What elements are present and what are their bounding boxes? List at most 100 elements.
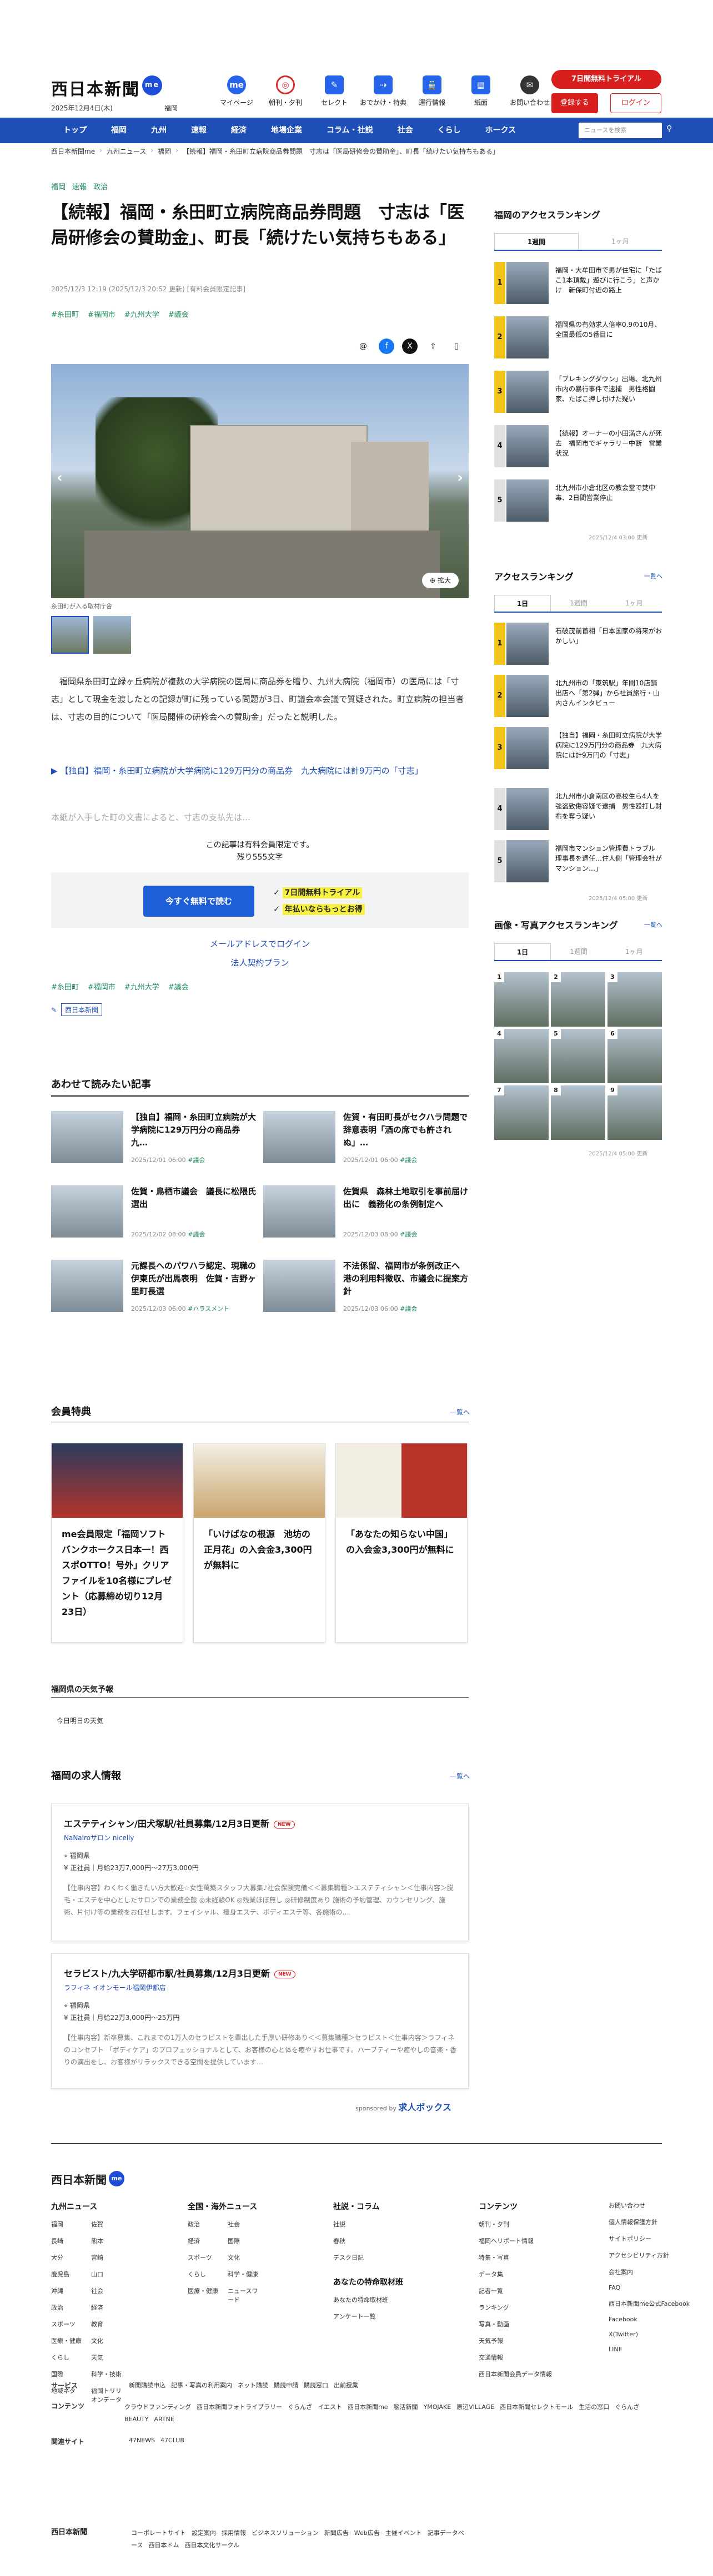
footer-link[interactable]: 福岡ヘリポート情報 [479,2236,552,2245]
next-arrow-icon[interactable]: › [457,469,463,486]
footer-service-link[interactable]: イエスト [318,2403,342,2411]
footer-link[interactable]: 医療・健康 [188,2286,222,2304]
tag-link[interactable]: #議会 [168,981,189,992]
footer-link[interactable]: 熊本 [91,2236,125,2245]
jobs-more-link[interactable]: 一覧へ [450,1771,470,1781]
footer-link[interactable]: あなたの特命取材班 [333,2295,398,2304]
footer-link[interactable]: 科学・健康 [228,2270,262,2279]
footer-service-link[interactable]: 出前授業 [334,2382,358,2389]
footer-service-link[interactable]: 購読申請 [274,2382,298,2389]
footer-service-link[interactable]: 47NEWS [129,2437,155,2444]
footer-link[interactable]: お問い合わせ [609,2201,690,2210]
search-icon[interactable]: ⚲ [666,124,672,133]
related-item[interactable]: 佐賀・有田町長がセクハラ問題で辞意表明「酒の席でも許されぬ」… 2025/12/0… [263,1111,469,1172]
nav-economy[interactable]: 経済 [219,118,259,143]
footer-link[interactable]: 山口 [91,2270,125,2279]
footer-link[interactable]: 宮崎 [91,2253,125,2262]
footer-service-link[interactable]: 脳活新聞 [394,2403,418,2411]
footer-corporate-link[interactable]: 西日本文化サークル [184,2542,239,2549]
footer-link[interactable]: デスク日記 [333,2253,398,2262]
photo-thumbnail[interactable] [51,616,89,654]
tab-month[interactable]: 1ヶ月 [606,595,662,612]
bookmark-icon[interactable]: ▯ [449,339,464,354]
footer-link[interactable]: 長崎 [51,2236,86,2245]
perk-card[interactable]: me会員限定「福岡ソフトバンクホークス日本一！西スポOTTO！号外」クリアファイ… [51,1443,183,1643]
trial-button[interactable]: 7日間無料トライアル [551,70,661,89]
related-article-link[interactable]: ▶ 【独自】福岡・糸田町立病院が大学病院に129万円分の商品券 九大病院には計9… [51,762,469,779]
footer-service-link[interactable]: ネット購読 [238,2382,268,2389]
breadcrumb-kyushu[interactable]: 九州ニュース [107,147,146,156]
tab-day[interactable]: 1日 [494,595,551,612]
job-card[interactable]: セラピスト/九大学研都市駅/社員募集/12月3日更新 NEW ラフィネ イオンモー… [51,1953,469,2089]
share-icon[interactable]: ⇪ [425,339,441,354]
footer-link[interactable]: 朝刊・夕刊 [479,2220,552,2229]
footer-link[interactable]: X(Twitter) [609,2331,690,2338]
photo-ranking-item[interactable]: 2 [551,972,605,1027]
perk-card[interactable]: 「あなたの知らない中国」の入会金3,300円が無料に [335,1443,468,1643]
article-photo[interactable]: ‹ › [51,364,469,598]
facebook-icon[interactable]: f [379,339,394,354]
footer-service-link[interactable]: 西日本新聞フォトライブラリー [197,2403,282,2411]
footer-service-link[interactable]: 記事・写真の利用案内 [171,2382,232,2389]
access-item[interactable]: 1 石破茂前首相「日本国家の将来がおかしい」 [494,623,662,667]
access-item[interactable]: 2 北九州市の「東筑駅」年間10店舗出店へ「第2弾」から社員旅行・山内さんインタビ… [494,675,662,719]
footer-link[interactable]: 国際 [228,2236,262,2245]
tab-day[interactable]: 1日 [494,943,551,960]
tag-link[interactable]: #糸田町 [51,981,79,992]
perks-more-link[interactable]: 一覧へ [450,1407,470,1417]
nav-column[interactable]: コラム・社説 [314,118,385,143]
footer-service-link[interactable]: クラウドファンディング [124,2403,191,2411]
tag-link[interactable]: #九州大学 [124,981,159,992]
footer-link[interactable]: 写真・動画 [479,2320,552,2328]
tab-month[interactable]: 1ヶ月 [579,233,662,250]
footer-link[interactable]: くらし [188,2270,222,2279]
footer-service-link[interactable]: 新聞購読申込 [129,2382,165,2389]
author-credit[interactable]: ✎ 西日本新聞 [51,1003,103,1016]
ranking-item[interactable]: 5 北九州市小倉北区の教会堂で焚中毒、2日間営業停止 [494,479,662,524]
photo-ranking-item[interactable]: 8 [551,1085,605,1140]
footer-link[interactable]: 文化 [91,2336,125,2345]
footer-link[interactable]: 特集・写真 [479,2253,552,2262]
nav-fukuoka[interactable]: 福岡 [99,118,139,143]
access-item[interactable]: 4 北九州市小倉南区の高校生ら4人を強盗致傷容疑で逮捕 男性殴打し財布を奪う疑い [494,788,662,832]
footer-service-link[interactable]: 原辺VILLAGE [456,2403,494,2411]
related-item[interactable]: 元課長へのパワハラ認定、現職の伊東氏が出馬表明 佐賀・吉野ヶ里町長選 2025/1… [51,1260,257,1321]
weather-link[interactable]: 今日明日の天気 [57,1716,103,1725]
footer-link[interactable]: 沖縄 [51,2286,86,2295]
photo-thumbnail[interactable] [93,616,131,654]
footer-link[interactable]: データ集 [479,2270,552,2279]
outing-link[interactable]: ⇢ おでかけ・特典 [359,75,408,107]
footer-link[interactable]: 政治 [51,2303,86,2312]
x-icon[interactable]: X [402,339,418,354]
footer-link[interactable]: アンケート一覧 [333,2312,398,2321]
footer-service-link[interactable]: ぐらんざ [288,2403,312,2411]
footer-link[interactable]: 経済 [91,2303,125,2312]
access-more-link[interactable]: 一覧へ [644,572,662,580]
footer-link[interactable]: 春秋 [333,2236,398,2245]
tag-link[interactable]: #福岡市 [88,981,116,992]
photo-ranking-item[interactable]: 4 [494,1029,549,1083]
footer-link[interactable]: 国際 [51,2370,86,2378]
search-input[interactable]: ニュースを検索 [579,123,662,138]
footer-corporate-link[interactable]: 新聞広告 [324,2529,349,2537]
breadcrumb-fukuoka[interactable]: 福岡 [158,147,171,156]
footer-link[interactable]: 経済 [188,2236,222,2245]
sponsor-credit[interactable]: sponsored by 求人ボックス [355,2100,451,2113]
footer-link[interactable]: 交通情報 [479,2353,552,2362]
footer-link[interactable]: スポーツ [51,2320,86,2328]
zoom-button[interactable]: ⊕ 拡大 [422,573,459,588]
footer-service-link[interactable]: ARTNE [154,2416,174,2423]
footer-link[interactable]: 佐賀 [91,2220,125,2229]
footer-link[interactable]: 社会 [91,2286,125,2295]
photo-more-link[interactable]: 一覧へ [644,920,662,929]
footer-link[interactable]: ニュースワード [228,2286,262,2304]
footer-service-link[interactable]: YMOJAKE [424,2403,451,2411]
footer-corporate-link[interactable]: ビジネスソリューション [252,2529,319,2537]
ranking-item[interactable]: 4 【続報】オーナーの小田満さんが死去 福岡市でギャラリー中断 営業状況 [494,425,662,469]
photo-ranking-item[interactable]: 7 [494,1085,549,1140]
category-fukuoka[interactable]: 福岡 [51,181,66,191]
footer-service-link[interactable]: 購読窓口 [304,2382,328,2389]
footer-bottom-logo[interactable]: 西日本新聞 [51,2526,87,2537]
mypage-link[interactable]: me マイページ [212,75,261,107]
footer-corporate-link[interactable]: Web広告 [354,2529,380,2537]
